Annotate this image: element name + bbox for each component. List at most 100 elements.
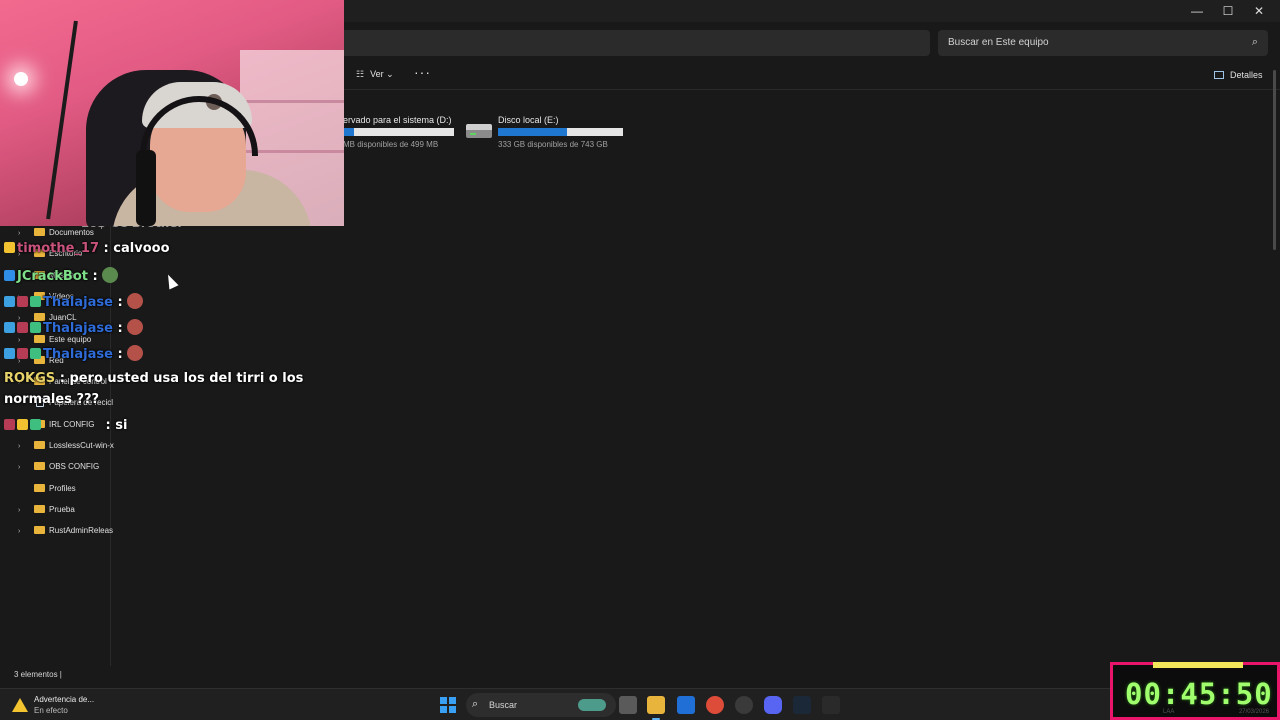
drive-free-text: MB disponibles de 499 MB — [343, 140, 439, 149]
drive-tile-e[interactable]: Disco local (E:) 333 GB disponibles de 7… — [498, 115, 623, 149]
webcam-overlay — [0, 0, 344, 226]
chat-separator: : — [55, 371, 70, 386]
chat-text: pero usted usa los del tirri o los — [69, 371, 304, 386]
hard-drive-icon — [466, 124, 492, 138]
nav-item-label: LosslessCut-win-x — [49, 441, 114, 450]
maximize-icon[interactable]: ☐ — [1213, 2, 1243, 20]
mail-icon[interactable] — [677, 696, 695, 714]
notification-title[interactable]: Advertencia de... — [34, 695, 94, 704]
warning-icon[interactable] — [12, 698, 28, 712]
nav-item[interactable]: › Prueba — [18, 504, 119, 521]
face-emote-icon — [127, 345, 144, 361]
chat-separator: : — [112, 321, 128, 336]
search-input[interactable]: Buscar en Este equipo ⌕ — [938, 30, 1268, 56]
timer-value: 00:45:50 — [1125, 677, 1273, 711]
chat-message: Thalajase : — [4, 319, 144, 336]
gift-badge-icon — [30, 419, 41, 430]
search-icon[interactable]: ⌕ — [1252, 36, 1258, 49]
folder-icon — [34, 504, 45, 513]
drive-usage-bar — [343, 128, 454, 136]
chat-message: Thalajase : — [4, 345, 144, 362]
subscriber-badge-icon — [4, 322, 15, 333]
steam-icon[interactable] — [793, 696, 811, 714]
chat-username: timothe_17 — [17, 241, 100, 256]
timer-caption: LAA — [1163, 709, 1175, 715]
task-view-icon[interactable] — [619, 696, 637, 714]
view-button[interactable]: ☷ Ver ⌄ — [356, 69, 394, 80]
notification-subtitle: En efecto — [34, 706, 68, 715]
drive-name: ervado para el sistema (D:) — [343, 115, 452, 125]
chrome-icon[interactable] — [706, 696, 724, 714]
folder-icon — [34, 441, 45, 449]
nav-item-label: OBS CONFIG — [49, 462, 100, 472]
chat-separator: : — [87, 269, 103, 284]
drive-free-text: 333 GB disponibles de 743 GB — [498, 140, 608, 149]
folder-icon — [34, 462, 45, 471]
windows-start-icon[interactable] — [440, 697, 456, 713]
face-emote-icon — [127, 293, 144, 309]
details-button[interactable]: Detalles — [1214, 70, 1263, 80]
scrollbar[interactable] — [1272, 60, 1278, 680]
timer-accent-strip — [1153, 662, 1243, 668]
epic-games-icon[interactable] — [822, 696, 840, 714]
chevron-right-icon[interactable]: › — [18, 464, 28, 471]
moderator-badge-icon — [4, 419, 15, 430]
nav-item[interactable]: Profiles — [18, 483, 119, 500]
ring-light — [14, 72, 28, 86]
chevron-right-icon[interactable]: › — [18, 528, 28, 535]
more-options-button[interactable]: ··· — [414, 64, 431, 80]
frog-emote-icon — [102, 267, 119, 283]
taskbar-search[interactable]: ⌕ Buscar — [466, 693, 616, 717]
subscriber-badge-icon — [4, 348, 15, 359]
moderator-badge-icon — [17, 348, 28, 359]
chat-message: : si — [4, 418, 127, 433]
nav-item-label: Profiles — [49, 483, 76, 493]
moderator-badge-icon — [17, 296, 28, 307]
chat-username: Thalajase — [43, 347, 113, 362]
details-label: Detalles — [1230, 70, 1263, 80]
details-pane-icon — [1214, 71, 1224, 79]
drive-tile-d[interactable]: ervado para el sistema (D:) MB disponibl… — [343, 115, 454, 149]
nav-item-label: Prueba — [49, 504, 75, 514]
scrollbar-thumb[interactable] — [1273, 70, 1276, 250]
nav-item[interactable]: › OBS CONFIG — [18, 462, 119, 478]
chat-username: JCrackBot — [17, 269, 88, 284]
crown-badge-icon — [17, 419, 28, 430]
microphone — [136, 150, 156, 226]
face-emote-icon — [127, 319, 144, 335]
mic-stand — [46, 20, 78, 220]
timer-date: 27/03/2026 — [1238, 709, 1269, 715]
chevron-right-icon[interactable]: › — [18, 443, 28, 450]
nav-item[interactable]: › RustAdminReleas — [18, 526, 119, 542]
crown-badge-icon — [4, 242, 15, 253]
stream-timer: 00:45:50 LAA 27/03/2026 — [1110, 662, 1280, 720]
chat-message: Thalajase : — [4, 293, 144, 310]
chat-separator: : — [112, 295, 128, 310]
chat-username: ROKGS — [4, 371, 56, 386]
discord-icon[interactable] — [764, 696, 782, 714]
shelf-line — [240, 100, 344, 103]
chevron-right-icon[interactable]: › — [18, 507, 28, 514]
chat-username: Thalajase — [43, 321, 113, 336]
view-label: Ver — [370, 69, 384, 79]
status-bar-count: 3 elementos | — [14, 670, 62, 679]
chat-message: ROKGS : pero usted usa los del tirri o l… — [4, 371, 303, 386]
search-highlight-icon — [578, 699, 606, 711]
file-explorer-icon[interactable] — [647, 696, 665, 720]
folder-icon — [34, 526, 45, 535]
clock-app-icon[interactable] — [735, 696, 753, 714]
drive-usage-fill — [343, 128, 355, 136]
gift-badge-icon — [30, 296, 41, 307]
close-icon[interactable]: ✕ — [1244, 2, 1274, 20]
drive-usage-fill — [498, 128, 567, 136]
chat-separator: : — [112, 347, 128, 362]
minimize-icon[interactable]: — — [1182, 2, 1212, 20]
search-icon: ⌕ — [472, 698, 479, 710]
chat-username: Thalajase — [43, 295, 113, 310]
subscriber-badge-icon — [4, 296, 15, 307]
moderator-badge-icon — [17, 322, 28, 333]
taskbar-search-label: Buscar — [489, 700, 518, 710]
taskbar: Advertencia de... En efecto ⌕ Buscar — [0, 688, 1280, 720]
stream-chat-overlay: · 10$ CC Brother timothe_17 : calvooo JC… — [0, 216, 303, 442]
nav-item[interactable]: › LosslessCut-win-x — [18, 441, 119, 457]
